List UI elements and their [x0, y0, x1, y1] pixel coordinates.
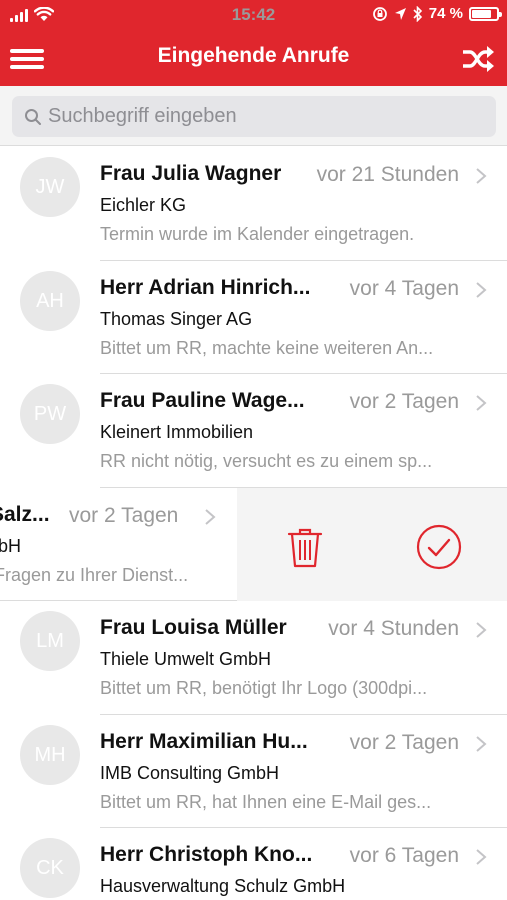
chevron-right-icon	[476, 168, 487, 184]
location-icon	[394, 7, 406, 20]
call-time: vor 2 Tagen	[349, 390, 459, 413]
call-list: JW Frau Julia Wagner vor 21 Stunden Eich…	[0, 147, 507, 900]
swiped-call-row: Salz... vor 2 Tagen bH Fragen zu Ihrer D…	[0, 487, 507, 601]
status-bar: 15:42 74 %	[0, 0, 507, 32]
caller-name: Herr Adrian Hinrich...	[100, 275, 311, 299]
shuffle-icon[interactable]	[461, 44, 495, 74]
nav-bar: Eingehende Anrufe	[0, 32, 507, 86]
bluetooth-icon	[413, 5, 422, 22]
call-note: Termin wurde im Kalender eingetragen.	[100, 224, 415, 244]
chevron-right-icon	[476, 622, 487, 638]
call-row[interactable]: AH Herr Adrian Hinrich... vor 4 Tagen Th…	[0, 260, 507, 374]
call-time: vor 2 Tagen	[69, 503, 179, 527]
chevron-right-icon	[476, 849, 487, 865]
chevron-right-icon	[205, 508, 216, 525]
caller-company: IMB Consulting GmbH	[100, 762, 280, 783]
call-note: Bittet um RR, benötigt Ihr Logo (300dpi.…	[100, 678, 428, 698]
avatar: AH	[20, 270, 80, 331]
search-input[interactable]	[48, 96, 488, 137]
avatar: CK	[20, 838, 80, 898]
caller-company: Hausverwaltung Schulz GmbH	[100, 876, 346, 896]
caller-company: Eichler KG	[100, 195, 187, 215]
caller-name: Frau Louisa Müller	[100, 616, 287, 639]
trash-icon[interactable]	[286, 526, 324, 568]
search-icon	[25, 109, 41, 125]
call-note: RR nicht nötig, versucht es zu einem sp.…	[100, 451, 433, 471]
call-note: Fragen zu Ihrer Dienst...	[0, 564, 189, 585]
call-note: Bittet um RR, machte keine weiteren An..…	[100, 337, 434, 358]
avatar: PW	[20, 384, 80, 444]
avatar: JW	[20, 157, 80, 217]
call-time: vor 21 Stunden	[316, 163, 459, 186]
top-bar: 15:42 74 % Eingehende Anrufe	[0, 0, 507, 86]
chevron-right-icon	[476, 281, 487, 298]
caller-name: Herr Maximilian Hu...	[100, 729, 308, 753]
caller-company: Thiele Umwelt GmbH	[100, 649, 272, 669]
search-field[interactable]	[12, 96, 496, 137]
call-row[interactable]: MH Herr Maximilian Hu... vor 2 Tagen IMB…	[0, 714, 507, 828]
checkmark-icon[interactable]	[416, 524, 462, 570]
call-note: Bittet um RR, hat Ihnen eine E-Mail ges.…	[100, 791, 432, 812]
caller-name: Frau Julia Wagner	[100, 162, 282, 185]
caller-name: Herr Christoph Kno...	[100, 843, 313, 866]
status-right: 74 %	[372, 5, 502, 22]
chevron-right-icon	[476, 735, 487, 752]
caller-company: Thomas Singer AG	[100, 308, 253, 329]
chevron-right-icon	[476, 395, 487, 411]
caller-name: Salz...	[0, 502, 50, 526]
call-row[interactable]: PW Frau Pauline Wage... vor 2 Tagen Klei…	[0, 374, 507, 488]
call-time: vor 4 Tagen	[349, 276, 459, 300]
search-bar	[0, 86, 507, 146]
caller-company: Kleinert Immobilien	[100, 422, 254, 442]
caller-name: Frau Pauline Wage...	[100, 389, 305, 412]
avatar: MH	[20, 724, 80, 785]
call-row[interactable]: JW Frau Julia Wagner vor 21 Stunden Eich…	[0, 147, 507, 261]
call-row[interactable]: CK Herr Christoph Kno... vor 6 Tagen Hau…	[0, 828, 507, 900]
call-row[interactable]: LM Frau Louisa Müller vor 4 Stunden Thie…	[0, 601, 507, 715]
page-title: Eingehende Anrufe	[157, 44, 350, 67]
avatar: LM	[20, 611, 80, 671]
lock-rotation-icon	[372, 6, 387, 21]
caller-company: bH	[0, 535, 22, 556]
call-time: vor 2 Tagen	[349, 730, 459, 754]
call-row[interactable]: Salz... vor 2 Tagen bH Fragen zu Ihrer D…	[0, 487, 237, 601]
battery-icon	[469, 6, 502, 21]
call-time: vor 6 Tagen	[349, 844, 459, 867]
call-time: vor 4 Stunden	[328, 617, 459, 640]
battery-percent: 74 %	[428, 5, 463, 22]
